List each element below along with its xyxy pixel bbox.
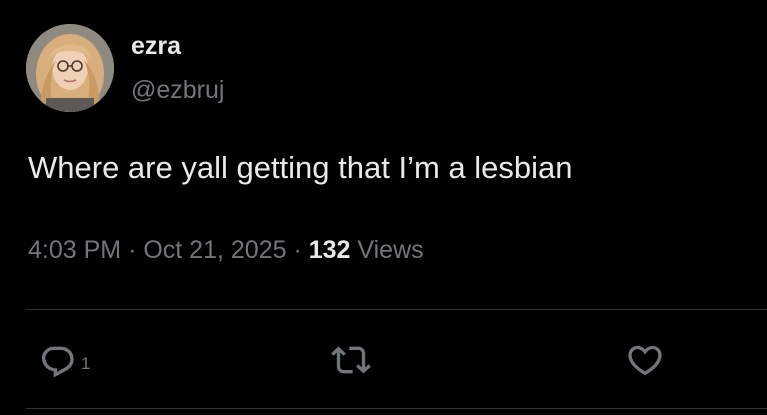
divider — [26, 408, 767, 409]
avatar-image — [26, 24, 114, 112]
tweet-text: Where are yall getting that I’m a lesbia… — [28, 150, 573, 185]
reply-button[interactable]: 1 — [37, 340, 90, 380]
display-name[interactable]: ezra — [131, 30, 181, 62]
tweet-time[interactable]: 4:03 PM — [28, 236, 121, 264]
tweet: ezra @ezbruj Where are yall getting that… — [0, 0, 767, 415]
heart-icon — [628, 345, 662, 376]
like-button[interactable] — [624, 340, 666, 380]
retweet-button[interactable] — [329, 340, 373, 380]
meta-separator: · — [128, 236, 137, 264]
views-count: 132 — [308, 236, 351, 264]
avatar[interactable] — [26, 24, 114, 112]
views-label: Views — [357, 236, 424, 264]
meta-separator: · — [293, 236, 302, 264]
reply-icon — [42, 346, 74, 378]
user-handle[interactable]: @ezbruj — [131, 74, 224, 106]
divider — [26, 309, 767, 310]
tweet-meta: 4:03 PM · Oct 21, 2025 · 132 Views — [28, 233, 424, 267]
tweet-date[interactable]: Oct 21, 2025 — [143, 236, 286, 264]
retweet-icon — [331, 346, 371, 374]
reply-count: 1 — [81, 354, 91, 373]
